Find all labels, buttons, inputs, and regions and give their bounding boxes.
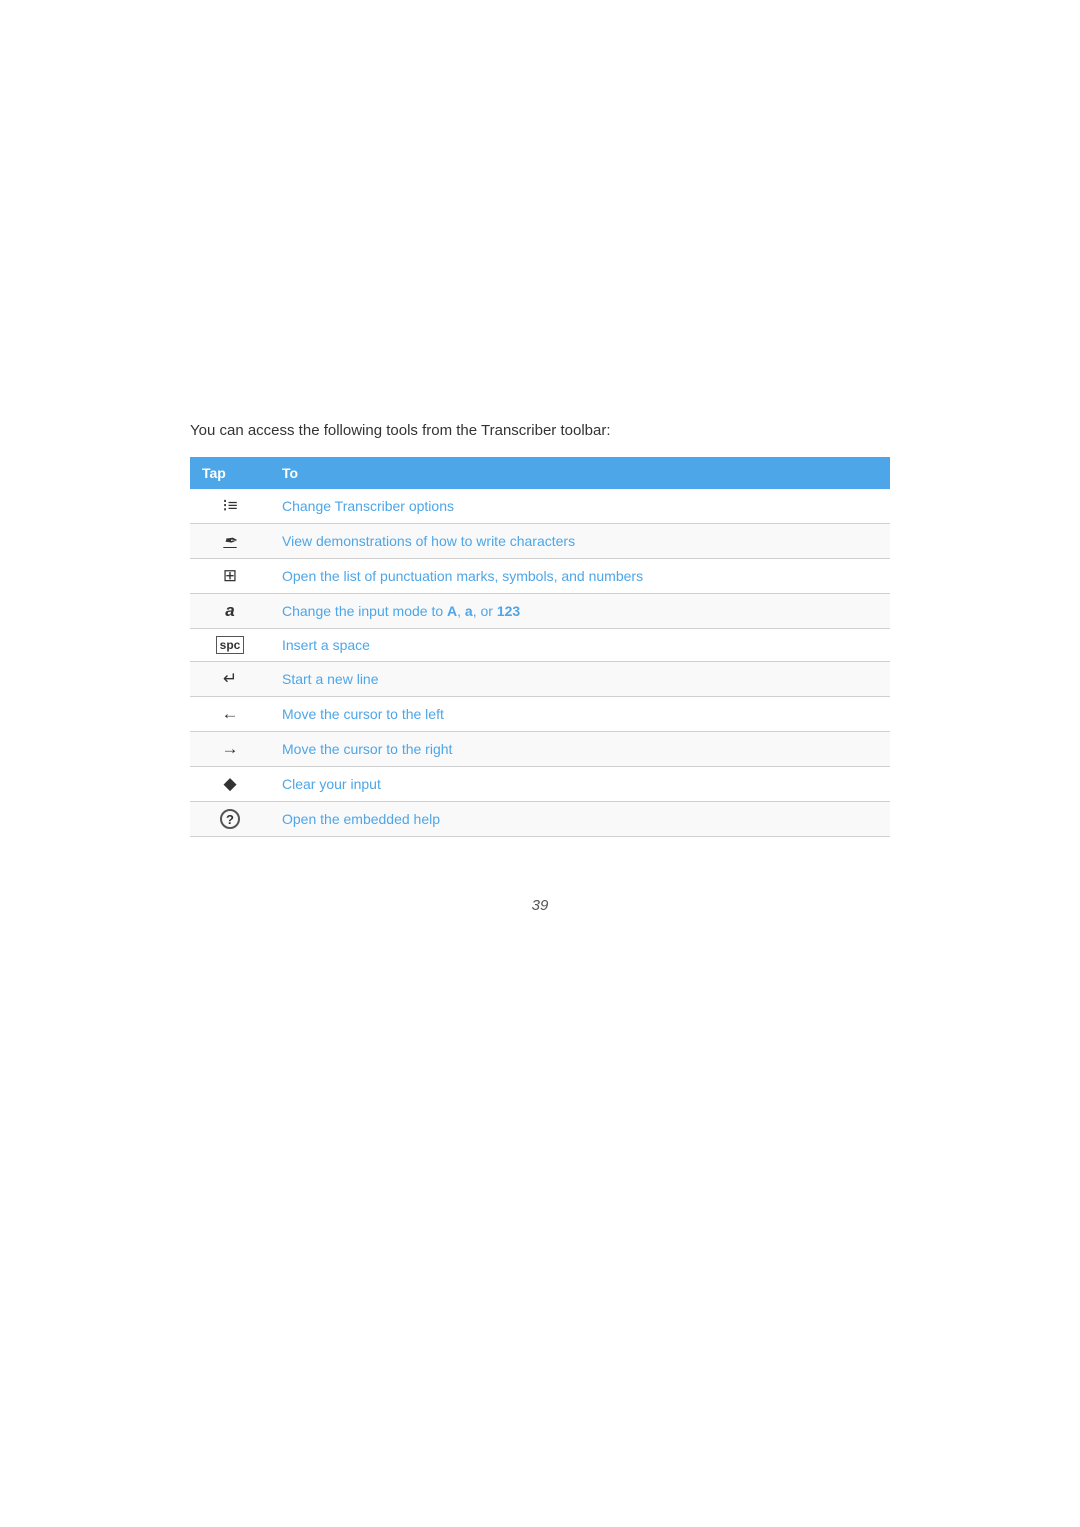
table-header: Tap To [190, 457, 890, 489]
punctuation-list-icon: ⊞ [190, 558, 270, 593]
table-body: ⁝≡Change Transcriber options✒View demons… [190, 489, 890, 837]
move-cursor-right: Move the cursor to the right [270, 731, 890, 766]
insert-space-icon: spc [190, 628, 270, 661]
table-row: ←Move the cursor to the left [190, 696, 890, 731]
toolbar-table: Tap To ⁝≡Change Transcriber options✒View… [190, 457, 890, 837]
table-row: ⁝≡Change Transcriber options [190, 489, 890, 524]
cursor-right-icon: → [190, 731, 270, 766]
header-tap: Tap [190, 457, 270, 489]
help-icon: ? [190, 801, 270, 836]
open-embedded-help: Open the embedded help [270, 801, 890, 836]
intro-text: You can access the following tools from … [190, 420, 890, 443]
open-punctuation-list: Open the list of punctuation marks, symb… [270, 558, 890, 593]
view-demonstrations: View demonstrations of how to write char… [270, 523, 890, 558]
input-mode-icon: a [190, 593, 270, 628]
header-row: Tap To [190, 457, 890, 489]
table-row: ↵Start a new line [190, 661, 890, 696]
table-row: →Move the cursor to the right [190, 731, 890, 766]
new-line-icon: ↵ [190, 661, 270, 696]
transcriber-options-icon: ⁝≡ [190, 489, 270, 524]
insert-space: Insert a space [270, 628, 890, 661]
table-row: ⊞Open the list of punctuation marks, sym… [190, 558, 890, 593]
table-row: spcInsert a space [190, 628, 890, 661]
clear-input-icon: ◆ [190, 766, 270, 801]
header-to: To [270, 457, 890, 489]
table-row: ◆Clear your input [190, 766, 890, 801]
page-number: 39 [190, 897, 890, 914]
page-container: You can access the following tools from … [190, 0, 890, 1114]
change-input-mode: Change the input mode to A, a, or 123 [270, 593, 890, 628]
table-row: aChange the input mode to A, a, or 123 [190, 593, 890, 628]
view-demonstrations-icon: ✒ [190, 523, 270, 558]
clear-input: Clear your input [270, 766, 890, 801]
table-row: ✒View demonstrations of how to write cha… [190, 523, 890, 558]
start-new-line: Start a new line [270, 661, 890, 696]
table-row: ?Open the embedded help [190, 801, 890, 836]
cursor-left-icon: ← [190, 696, 270, 731]
move-cursor-left: Move the cursor to the left [270, 696, 890, 731]
change-transcriber-options: Change Transcriber options [270, 489, 890, 524]
